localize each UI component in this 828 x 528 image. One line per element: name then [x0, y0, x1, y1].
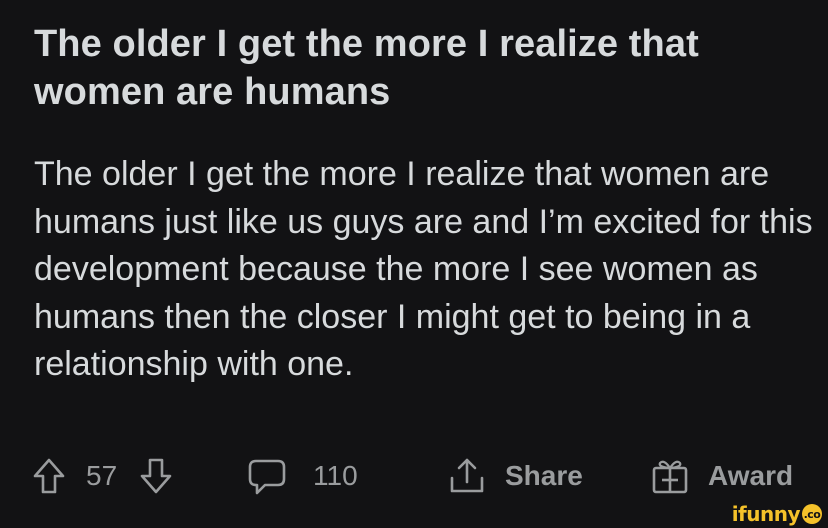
award-label: Award [708, 460, 794, 491]
ifunny-watermark: ifunny .co [731, 502, 822, 526]
downvote-button[interactable] [139, 452, 173, 500]
share-button[interactable]: Share [447, 452, 583, 500]
gift-award-icon [652, 460, 688, 494]
comment-count[interactable]: 110 [313, 452, 358, 500]
watermark-badge: .co [802, 504, 822, 524]
vote-score-text: 57 [86, 460, 118, 491]
post-title[interactable]: The older I get the more I realize that … [34, 20, 804, 116]
post-action-bar: 57 110 Share Award [0, 452, 828, 500]
post-screenshot: The older I get the more I realize that … [0, 0, 828, 528]
vote-score: 57 [86, 452, 117, 500]
arrow-up-outline-icon [33, 458, 65, 494]
upvote-button[interactable] [32, 452, 66, 500]
share-label: Share [505, 460, 583, 491]
comment-count-text: 110 [313, 460, 358, 491]
arrow-down-outline-icon [140, 458, 172, 494]
award-button[interactable]: Award [650, 452, 793, 500]
speech-bubble-icon [248, 459, 286, 495]
share-upload-icon [450, 458, 484, 493]
comments-button[interactable] [246, 452, 288, 500]
watermark-text: ifunny [731, 502, 801, 526]
post-body: The older I get the more I realize that … [34, 155, 813, 383]
